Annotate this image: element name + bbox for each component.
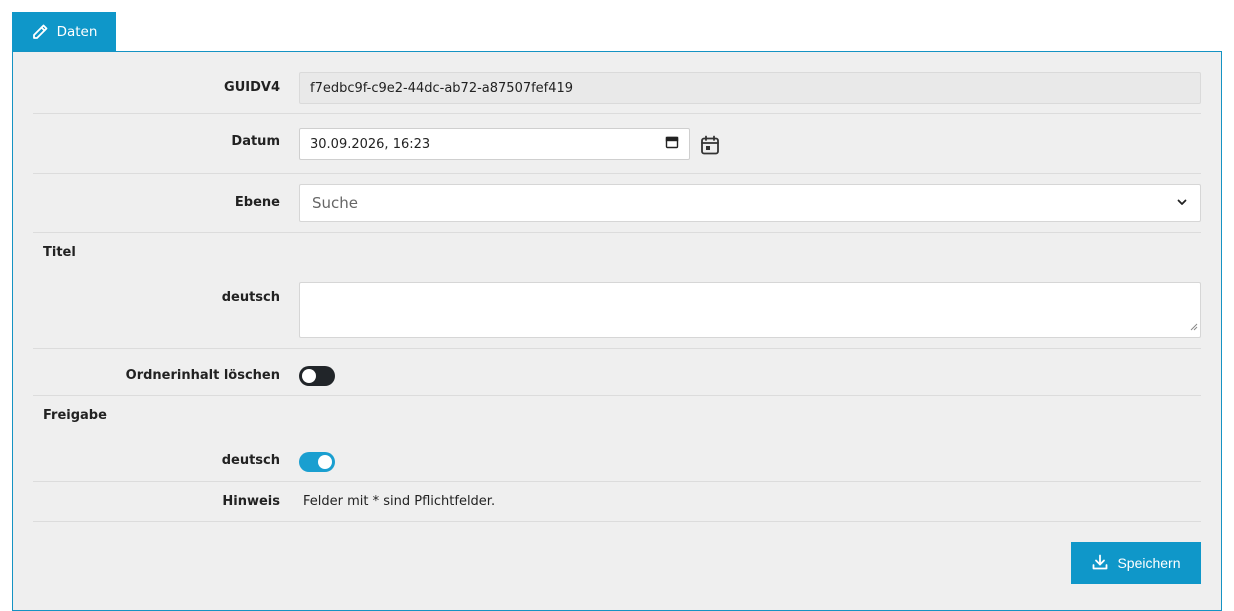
ebene-label: Ebene xyxy=(234,195,280,210)
titel-textarea[interactable] xyxy=(299,282,1201,338)
titel-lang-label: deutsch xyxy=(221,290,280,305)
freigabe-section-label: Freigabe xyxy=(43,408,107,423)
row-hinweis: Hinweis Felder mit * sind Pflichtfelder. xyxy=(33,482,1201,522)
datum-input[interactable]: 30.09.2026, 16:23 xyxy=(299,128,690,160)
tab-label: Daten xyxy=(56,24,98,40)
row-ebene: Ebene Suche xyxy=(33,174,1201,233)
form-panel: GUIDV4 f7edbc9f-c9e2-44dc-ab72-a87507fef… xyxy=(12,51,1222,611)
toggle-knob xyxy=(318,455,332,469)
row-freigabe: Freigabe deutsch xyxy=(33,396,1201,482)
ordnerinhalt-toggle[interactable] xyxy=(299,366,335,386)
download-icon xyxy=(1091,553,1109,574)
datum-label: Datum xyxy=(231,134,280,149)
calendar-picker-icon[interactable] xyxy=(665,135,679,153)
toggle-knob xyxy=(302,369,316,383)
save-button[interactable]: Speichern xyxy=(1071,542,1201,584)
row-ordnerinhalt: Ordnerinhalt löschen xyxy=(33,349,1201,396)
ebene-placeholder: Suche xyxy=(312,194,359,212)
guid-field: f7edbc9f-c9e2-44dc-ab72-a87507fef419 xyxy=(299,72,1201,104)
freigabe-toggle[interactable] xyxy=(299,452,335,472)
save-button-label: Speichern xyxy=(1117,555,1181,571)
resize-handle-icon[interactable] xyxy=(1190,320,1198,335)
datum-value: 30.09.2026, 16:23 xyxy=(310,136,431,152)
freigabe-lang-label: deutsch xyxy=(221,453,280,468)
row-datum: Datum 30.09.2026, 16:23 xyxy=(33,114,1201,174)
hinweis-text: Felder mit * sind Pflichtfelder. xyxy=(303,494,496,509)
calendar-icon[interactable] xyxy=(699,134,721,160)
guid-value: f7edbc9f-c9e2-44dc-ab72-a87507fef419 xyxy=(310,80,574,96)
chevron-down-icon xyxy=(1176,194,1188,212)
titel-section-label: Titel xyxy=(43,245,76,260)
ordnerinhalt-label: Ordnerinhalt löschen xyxy=(125,368,280,383)
ebene-select[interactable]: Suche xyxy=(299,184,1201,222)
tab-daten[interactable]: Daten xyxy=(12,12,116,52)
row-guid: GUIDV4 f7edbc9f-c9e2-44dc-ab72-a87507fef… xyxy=(33,52,1201,114)
hinweis-label: Hinweis xyxy=(222,494,280,509)
row-titel: Titel deutsch xyxy=(33,233,1201,349)
guid-label: GUIDV4 xyxy=(224,80,280,95)
pencil-icon xyxy=(31,23,49,41)
